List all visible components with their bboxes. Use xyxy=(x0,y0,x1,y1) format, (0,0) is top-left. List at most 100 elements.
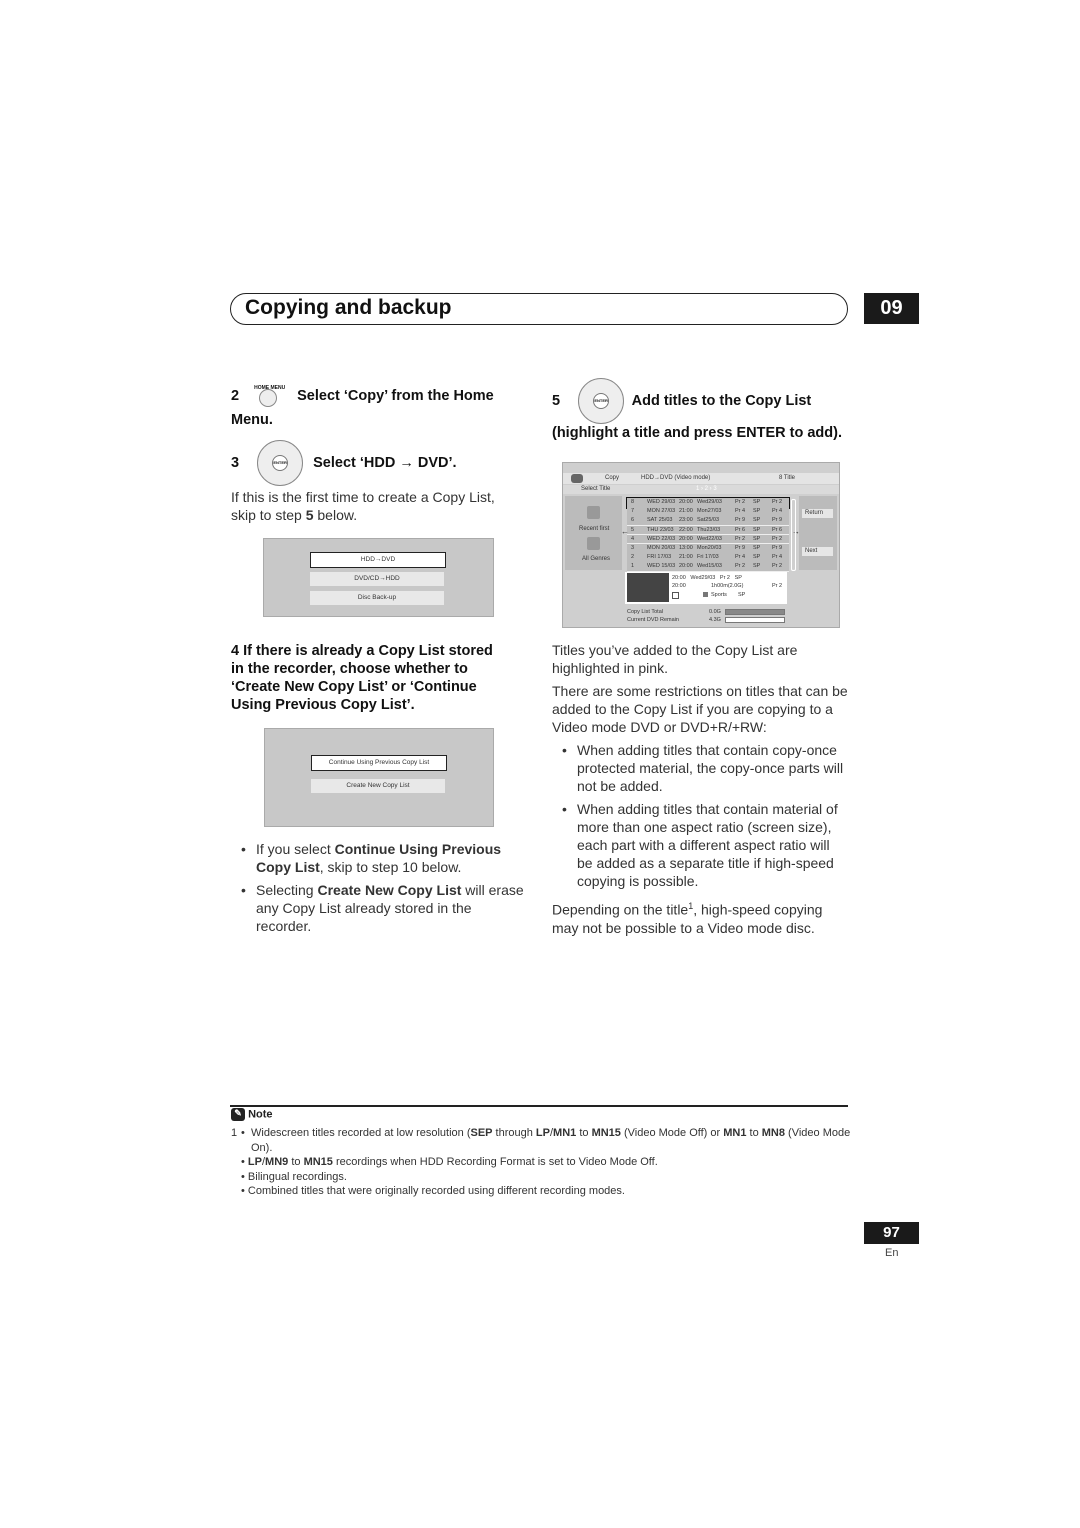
menu-item-continue-copy-list[interactable]: Continue Using Previous Copy List xyxy=(311,755,447,771)
row-cell: Pr 2 xyxy=(735,535,746,542)
scrollbar[interactable] xyxy=(791,499,796,571)
step-text: (highlight a title and press ENTER to ad… xyxy=(552,425,843,441)
row-cell: Thu23/03 xyxy=(697,526,721,533)
note-item: • LP/MN9 to MN15 recordings when HDD Rec… xyxy=(241,1156,658,1168)
total-value: 0.0G xyxy=(709,609,721,615)
row-cell: FRI 17/03 xyxy=(647,554,672,561)
row-cell: 6 xyxy=(631,517,635,524)
row-cell: SP xyxy=(753,508,761,515)
next-button[interactable]: Next xyxy=(802,547,833,556)
row-cell: Pr 2 xyxy=(772,499,783,505)
note-divider xyxy=(230,1105,848,1107)
row-cell: Pr 4 xyxy=(735,554,746,561)
row-cell: Pr 2 xyxy=(772,563,783,570)
enter-dpad-icon: ENTER xyxy=(257,440,304,486)
row-cell: 21:00 xyxy=(679,508,693,515)
page-indicator[interactable]: 1 › 2 › 3 xyxy=(696,486,717,492)
left-bullets: If you select Continue Using Previous Co… xyxy=(231,840,526,935)
title-row[interactable]: 1 WED 15/03 20:00 Wed15/03 Pr 2 SP Pr 2 xyxy=(627,562,789,572)
step-text: Select ‘Copy’ from the Home xyxy=(297,387,494,404)
menu-item-hdd-dvd[interactable]: HDD→DVD xyxy=(310,552,446,568)
row-cell: 1 xyxy=(631,563,635,570)
row-cell: WED 15/03 xyxy=(647,563,676,570)
paragraph: Titles you’ve added to the Copy List are… xyxy=(552,642,798,676)
detail-text: 20:00 Wed29/03 Pr 2 SP xyxy=(672,575,742,581)
row-cell: 3 xyxy=(631,545,635,551)
title-row[interactable]: 2 FRI 17/03 21:00 Fri 17/03 Pr 4 SP Pr 4 xyxy=(627,553,789,563)
copy-list-choice-screen: Continue Using Previous Copy List Create… xyxy=(264,728,494,827)
step-3-body: If this is the first time to create a Co… xyxy=(231,488,523,524)
title-row[interactable]: 7 MON 27/03 21:00 Mon27/03 Pr 4 SP Pr 4 xyxy=(627,507,789,517)
menu-item-disc-backup[interactable]: Disc Back-up xyxy=(310,591,444,605)
row-cell: Pr 4 xyxy=(772,554,783,561)
row-cell: Fri 17/03 xyxy=(697,554,719,561)
row-cell: Pr 6 xyxy=(735,526,746,533)
note-title: Note xyxy=(248,1108,273,1121)
dvd-remain-bar xyxy=(725,617,785,623)
row-cell: SP xyxy=(753,563,761,570)
title-row[interactable]: 5 THU 23/03 22:00 Thu23/03 Pr 6 SP Pr 6 xyxy=(627,525,789,536)
detail-text: 20:00 xyxy=(672,583,686,589)
title-row[interactable]: 6 SAT 25/03 23:00 Sat25/03 Pr 9 SP Pr 9 xyxy=(627,516,789,526)
row-cell: SP xyxy=(753,545,761,551)
row-cell: Pr 2 xyxy=(735,563,746,570)
row-cell: SP xyxy=(753,526,761,533)
row-cell: 20:00 xyxy=(679,563,693,570)
totals: Copy List Total Current DVD Remain xyxy=(627,608,679,624)
copy-title-screen: Copy HDD→DVD (Video mode) 8 Title Select… xyxy=(562,462,840,628)
genre-all[interactable]: All Genres xyxy=(582,556,610,562)
copy-menu-screen: HDD→DVD DVD/CD→HDD Disc Back-up xyxy=(263,538,494,617)
step-number: 3 xyxy=(231,454,240,471)
text: If this is the first time to create a Co… xyxy=(231,489,495,523)
detail-text: 1h00m(2.0G) xyxy=(711,583,744,589)
row-cell: Pr 4 xyxy=(772,508,783,515)
row-cell: SP xyxy=(753,554,761,561)
return-button[interactable]: Return xyxy=(802,509,833,518)
row-cell: Pr 2 xyxy=(735,499,746,505)
home-menu-button-icon: HOME MENU xyxy=(254,381,287,411)
row-cell: 7 xyxy=(631,508,635,515)
sort-recent-first[interactable]: Recent first xyxy=(579,526,609,532)
step-text: in the recorder, choose whether to xyxy=(231,661,468,677)
section-title: Copying and backup xyxy=(245,296,452,319)
row-cell: THU 23/03 xyxy=(647,526,674,533)
screen-mode: HDD→DVD (Video mode) xyxy=(641,475,711,481)
text: below. xyxy=(313,507,358,523)
row-cell: SP xyxy=(753,535,761,542)
bullet-item: When adding titles that contain material… xyxy=(552,800,848,890)
step-text: Using Previous Copy List’. xyxy=(231,697,415,713)
title-row[interactable]: 4 WED 22/03 20:00 Wed22/03 Pr 2 SP Pr 2 xyxy=(627,534,789,545)
row-cell: 21:00 xyxy=(679,554,693,561)
action-panel: Return Next xyxy=(799,496,837,570)
row-cell: Pr 2 xyxy=(772,535,783,542)
note-heading: ✎ Note xyxy=(231,1108,273,1121)
pencil-icon: ✎ xyxy=(231,1108,245,1121)
menu-item-create-new-copy-list[interactable]: Create New Copy List xyxy=(311,779,445,793)
step-number: 2 xyxy=(231,387,240,404)
menu-item-dvd-hdd[interactable]: DVD/CD→HDD xyxy=(310,572,444,586)
screen-titlebar: Copy HDD→DVD (Video mode) 8 Title xyxy=(563,473,839,484)
language-label: En xyxy=(885,1247,899,1259)
title-count: 8 Title xyxy=(779,475,796,481)
arrow-left-icon[interactable]: ← xyxy=(621,527,629,536)
paragraph: There are some restrictions on titles th… xyxy=(552,683,848,735)
row-cell: WED 22/03 xyxy=(647,535,676,542)
title-row[interactable]: 3 MON 20/03 13:00 Mon20/03 Pr 9 SP Pr 9 xyxy=(627,544,789,554)
title-detail: 20:00 Wed29/03 Pr 2 SP 20:00 1h00m(2.0G)… xyxy=(625,572,787,604)
text: 5 xyxy=(305,507,314,523)
row-cell: Wed22/03 xyxy=(697,535,722,542)
row-cell: Pr 9 xyxy=(735,545,746,551)
row-cell: SP xyxy=(753,517,761,524)
step-text: ‘Create New Copy List’ or ‘Continue xyxy=(231,679,477,695)
bullet-item: Selecting Create New Copy List will eras… xyxy=(231,881,526,935)
title-row[interactable]: 8 WED 29/03 20:00 Wed29/03 Pr 2 SP Pr 2 xyxy=(626,497,790,509)
row-cell: 13:00 xyxy=(679,545,693,551)
screen-title: Copy xyxy=(605,475,620,481)
genre-icon xyxy=(587,537,600,550)
row-cell: Mon20/03 xyxy=(697,545,722,551)
paragraph: Depending on the title1, high-speed copy… xyxy=(552,901,823,936)
total-values: 0.0G 4.3G xyxy=(709,608,721,624)
row-cell: Pr 9 xyxy=(772,545,783,551)
screen-subtitle: Select Title xyxy=(581,486,611,492)
row-cell: 4 xyxy=(631,535,635,542)
